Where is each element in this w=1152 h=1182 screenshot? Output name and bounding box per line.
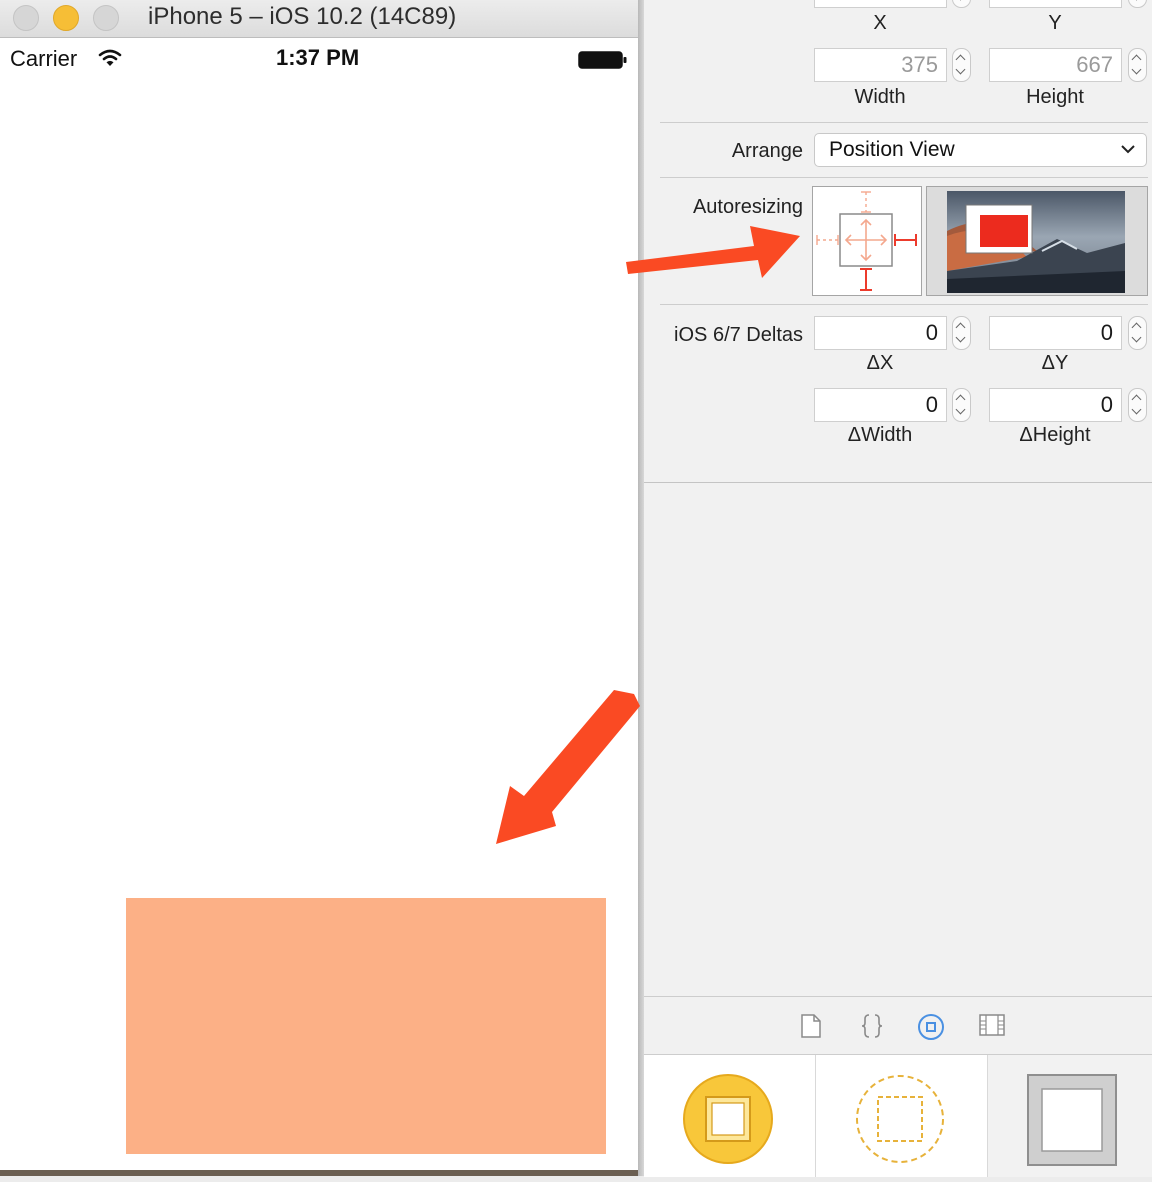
delta-width-field[interactable]: 0 <box>814 388 947 422</box>
x-field[interactable] <box>814 0 947 8</box>
battery-icon <box>578 51 627 69</box>
arrange-select-value: Position View <box>829 138 955 161</box>
deltas-label: iOS 6/7 Deltas <box>674 324 803 346</box>
close-window-button[interactable] <box>13 5 39 31</box>
y-stepper[interactable] <box>1128 0 1147 8</box>
delta-x-caption: ΔX <box>866 352 894 374</box>
height-stepper[interactable] <box>1128 48 1147 82</box>
code-snippet-icon[interactable] <box>860 1013 884 1039</box>
ios-status-bar: Carrier 1:37 PM <box>0 38 640 80</box>
autoresizing-label: Autoresizing <box>692 196 803 218</box>
delta-height-stepper[interactable] <box>1128 388 1147 422</box>
arrange-select[interactable]: Position View <box>814 133 1147 167</box>
delta-x-field[interactable]: 0 <box>814 316 947 350</box>
simulator-window: iPhone 5 – iOS 10.2 (14C89) Carrier 1:37… <box>0 0 640 1176</box>
status-time: 1:37 PM <box>276 45 360 70</box>
delta-x-stepper[interactable] <box>952 316 971 350</box>
divider <box>660 304 1148 305</box>
autoresizing-springs-struts-icon <box>816 191 917 291</box>
delta-width-caption: ΔWidth <box>847 424 913 446</box>
delta-height-field[interactable]: 0 <box>989 388 1122 422</box>
storyboard-reference-icon <box>856 1075 944 1163</box>
file-template-icon[interactable] <box>800 1013 822 1039</box>
delta-y-stepper[interactable] <box>1128 316 1147 350</box>
width-field[interactable]: 375 <box>814 48 947 82</box>
divider <box>660 177 1148 178</box>
width-caption: Width <box>854 86 906 108</box>
mountain-preview-image <box>947 191 1125 293</box>
carrier-label: Carrier <box>10 46 78 71</box>
width-stepper[interactable] <box>952 48 971 82</box>
divider <box>660 122 1148 123</box>
x-stepper[interactable] <box>952 0 971 8</box>
delta-width-stepper[interactable] <box>952 388 971 422</box>
desktop-strip <box>0 1170 640 1176</box>
orange-subview[interactable] <box>126 898 606 1154</box>
delta-y-caption: ΔY <box>1041 352 1069 374</box>
window-titlebar: iPhone 5 – iOS 10.2 (14C89) <box>0 0 640 38</box>
autoresizing-preview <box>926 186 1148 296</box>
view-controller-icon <box>683 1074 773 1164</box>
zoom-window-button[interactable] <box>93 5 119 31</box>
delta-y-field[interactable]: 0 <box>989 316 1122 350</box>
library-tab-bar <box>644 996 1152 1055</box>
object-library-icon[interactable] <box>917 1013 945 1041</box>
view-icon <box>1027 1074 1117 1166</box>
library-item-view-controller[interactable] <box>644 1055 816 1177</box>
height-field[interactable]: 667 <box>989 48 1122 82</box>
object-library-grid <box>644 1054 1152 1177</box>
minimize-window-button[interactable] <box>53 5 79 31</box>
chevron-down-icon <box>1121 145 1135 154</box>
library-item-storyboard-reference[interactable] <box>816 1055 988 1177</box>
size-inspector: X Y 375 667 Width Height Arrange Positio… <box>644 0 1152 996</box>
x-caption: X <box>873 12 887 34</box>
autoresizing-mask-editor[interactable] <box>812 186 922 296</box>
section-divider <box>644 482 1152 483</box>
height-caption: Height <box>1026 86 1084 108</box>
delta-height-caption: ΔHeight <box>1019 424 1091 446</box>
media-library-icon[interactable] <box>978 1013 1006 1037</box>
y-field[interactable] <box>989 0 1122 8</box>
arrange-label: Arrange <box>731 140 803 162</box>
y-caption: Y <box>1048 12 1062 34</box>
window-title: iPhone 5 – iOS 10.2 (14C89) <box>148 3 457 30</box>
library-item-view[interactable] <box>988 1055 1152 1177</box>
wifi-icon <box>98 49 122 66</box>
